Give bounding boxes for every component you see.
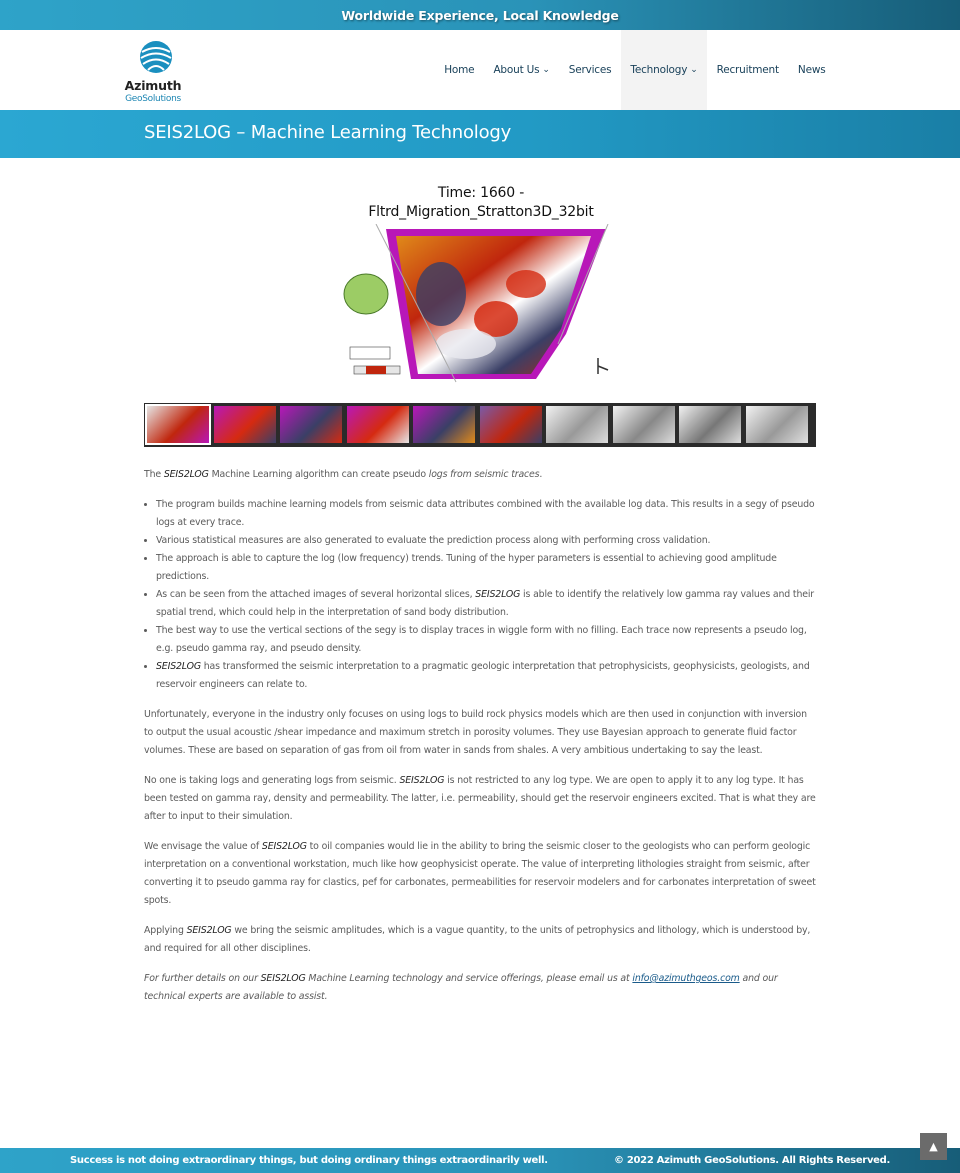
brand-name: SEIS2LOG <box>186 925 232 936</box>
nav-item-news[interactable]: News <box>788 30 835 110</box>
site-logo[interactable]: Azimuth GeoSolutions <box>120 40 190 104</box>
brand-name: SEIS2LOG <box>163 469 209 480</box>
logo-name: Azimuth <box>124 78 182 93</box>
intro-text: The <box>144 469 164 480</box>
list-item: Various statistical measures are also ge… <box>156 532 816 550</box>
nav-item-services[interactable]: Services <box>559 30 621 110</box>
globe-logo-icon <box>140 41 172 73</box>
paragraph-text: Machine Learning technology and service … <box>305 973 633 984</box>
nav-item-technology[interactable]: Technology ⌄ <box>620 30 708 110</box>
intro-emphasis: logs from seismic traces <box>428 469 540 480</box>
intro-text: Machine Learning algorithm can create ps… <box>208 469 429 480</box>
nav-item-home[interactable]: Home <box>435 30 484 110</box>
carousel-thumbnail[interactable] <box>280 406 342 443</box>
carousel-thumbnail[interactable] <box>413 406 475 443</box>
intro-text: . <box>539 469 543 480</box>
paragraph: We envisage the value of SEIS2LOG to oil… <box>144 838 816 910</box>
image-carousel <box>144 403 816 447</box>
nav-item-label: Home <box>444 64 475 76</box>
paragraph: Applying SEIS2LOG we bring the seismic a… <box>144 922 816 958</box>
feature-list: The program builds machine learning mode… <box>144 496 816 694</box>
list-item-text: has transformed the seismic interpretati… <box>156 661 810 690</box>
article-body: The SEIS2LOG Machine Learning algorithm … <box>144 466 816 1018</box>
contact-paragraph: For further details on our SEIS2LOG Mach… <box>144 970 816 1006</box>
carousel-thumbnail[interactable] <box>213 406 276 443</box>
seismic-volume-graphic <box>343 224 609 383</box>
nav-item-label: Recruitment <box>716 64 780 76</box>
brand-name: SEIS2LOG <box>475 589 521 600</box>
figure-title: Time: 1660 - Fltrd_Migration_Stratton3D_… <box>336 184 626 222</box>
chevron-down-icon: ⌄ <box>690 65 698 75</box>
carousel-thumbnail[interactable] <box>612 406 675 443</box>
carousel-thumbnail[interactable] <box>745 406 808 443</box>
carousel-thumbnail[interactable] <box>546 406 608 443</box>
nav-menu: Home About Us ⌄ Services Technology ⌄ Re… <box>435 30 835 110</box>
tagline: Worldwide Experience, Local Knowledge <box>341 8 619 23</box>
scroll-to-top-button[interactable]: ▲ <box>920 1133 947 1160</box>
seismic-slice-image: Time: 1660 - Fltrd_Migration_Stratton3D_… <box>336 184 626 384</box>
nav-item-label: Services <box>568 64 612 76</box>
main-navbar: Azimuth GeoSolutions Home About Us ⌄ Ser… <box>0 30 960 110</box>
list-item: As can be seen from the attached images … <box>156 586 816 622</box>
nav-item-label: Technology <box>630 64 688 76</box>
paragraph-text: For further details on our <box>144 973 261 984</box>
footer-quote: Success is not doing extraordinary thing… <box>70 1155 548 1166</box>
figure-title-line1: Time: 1660 - <box>437 185 525 201</box>
top-tagline-bar: Worldwide Experience, Local Knowledge <box>0 0 960 30</box>
chevron-up-icon: ▲ <box>929 1140 938 1153</box>
site-footer: Success is not doing extraordinary thing… <box>0 1148 960 1173</box>
carousel-thumbnail[interactable] <box>479 406 542 443</box>
brand-name: SEIS2LOG <box>399 775 445 786</box>
chevron-down-icon: ⌄ <box>542 65 550 75</box>
carousel-thumbnail[interactable] <box>679 406 741 443</box>
paragraph-text: Applying <box>144 925 187 936</box>
nav-item-recruitment[interactable]: Recruitment <box>707 30 788 110</box>
brand-name: SEIS2LOG <box>260 973 306 984</box>
paragraph-text: we bring the seismic amplitudes, which i… <box>144 925 811 954</box>
paragraph: No one is taking logs and generating log… <box>144 772 816 826</box>
nav-item-about-us[interactable]: About Us ⌄ <box>484 30 559 110</box>
email-link[interactable]: info@azimuthgeos.com <box>632 973 739 984</box>
carousel-thumbnail[interactable] <box>346 406 409 443</box>
page-title-bar: SEIS2LOG – Machine Learning Technology <box>0 110 960 158</box>
list-item: SEIS2LOG has transformed the seismic int… <box>156 658 816 694</box>
paragraph: Unfortunately, everyone in the industry … <box>144 709 807 756</box>
list-item: The approach is able to capture the log … <box>156 550 816 586</box>
nav-item-label: About Us <box>493 64 540 76</box>
page-title: SEIS2LOG – Machine Learning Technology <box>144 122 512 143</box>
footer-copyright: © 2022 Azimuth GeoSolutions. All Rights … <box>613 1155 890 1166</box>
logo-subtitle: GeoSolutions <box>125 94 181 104</box>
paragraph-text: We envisage the value of <box>144 841 262 852</box>
list-item: The best way to use the vertical section… <box>156 622 816 658</box>
list-item-text: As can be seen from the attached images … <box>156 589 476 600</box>
carousel-thumbnail[interactable] <box>145 404 211 445</box>
intro-paragraph: The SEIS2LOG Machine Learning algorithm … <box>144 466 816 484</box>
paragraph-text: No one is taking logs and generating log… <box>144 775 400 786</box>
figure-title-line2: Fltrd_Migration_Stratton3D_32bit <box>368 204 594 220</box>
brand-name: SEIS2LOG <box>156 661 201 672</box>
nav-item-label: News <box>797 64 826 76</box>
brand-name: SEIS2LOG <box>261 841 307 852</box>
list-item: The program builds machine learning mode… <box>156 496 816 532</box>
